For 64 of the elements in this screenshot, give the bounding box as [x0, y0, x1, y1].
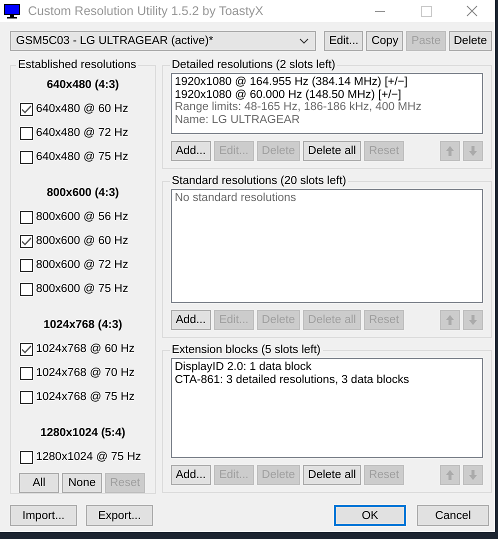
- monitor-icon: [4, 3, 20, 19]
- resolution-checkbox[interactable]: 640x480 @ 72 Hz: [17, 121, 149, 145]
- list-item[interactable]: 1920x1080 @ 60.000 Hz (148.50 MHz) [+/−]: [174, 88, 479, 101]
- arrow-down-icon: [469, 146, 477, 156]
- checkbox[interactable]: [20, 150, 33, 164]
- resolution-group-heading: 800x600 (4:3): [46, 186, 120, 201]
- list-action-button[interactable]: Add...: [170, 310, 211, 330]
- resolution-group-heading: 1280x1024 (5:4): [39, 426, 126, 441]
- checkbox[interactable]: [20, 126, 33, 140]
- list-action-button[interactable]: Add...: [170, 141, 211, 161]
- checkbox[interactable]: [20, 342, 33, 356]
- list-info-text: Name: LG ULTRAGEAR: [174, 114, 301, 126]
- dropdown-caret-icon: [299, 38, 310, 44]
- list-info-text: No standard resolutions: [174, 192, 298, 204]
- monitor-action-button[interactable]: Copy: [366, 31, 404, 51]
- resolution-checkbox[interactable]: 800x600 @ 56 Hz: [17, 205, 149, 229]
- list-item[interactable]: CTA-861: 3 detailed resolutions, 3 data blocks: [174, 374, 479, 386]
- resolution-group-heading: 640x480 (4:3): [46, 78, 120, 93]
- resolution-list[interactable]: No standard resolutions: [170, 189, 483, 303]
- arrow-up-icon: [446, 470, 454, 480]
- dialog-button[interactable]: Cancel: [417, 505, 489, 526]
- checkbox[interactable]: [20, 210, 33, 224]
- file-action-button[interactable]: Import...: [10, 505, 77, 526]
- group-title: Established resolutions: [17, 59, 138, 71]
- arrow-down-icon: [469, 315, 477, 325]
- resolution-checkbox[interactable]: 1280x1024 @ 75 Hz: [17, 445, 149, 469]
- resolution-list[interactable]: DisplayID 2.0: 1 data block CTA-861: 3 detailed resolutions, 3 data blocks: [170, 358, 483, 458]
- monitor-dropdown[interactable]: GSM5C03 - LG ULTRAGEAR (active)*: [10, 31, 316, 51]
- arrow-up-icon: [446, 146, 454, 156]
- resolution-checkbox[interactable]: 1024x768 @ 60 Hz: [17, 337, 149, 361]
- window-title: Custom Resolution Utility 1.5.2 by ToastyX: [28, 4, 264, 18]
- list-info-text: Range limits: 48-165 Hz, 186-186 kHz, 400 MHz: [174, 101, 422, 114]
- group-title: Standard resolutions (20 slots left): [170, 175, 348, 187]
- resolution-checkbox[interactable]: 800x600 @ 72 Hz: [17, 253, 149, 277]
- resolution-checkbox[interactable]: 640x480 @ 60 Hz: [17, 97, 149, 121]
- checkbox[interactable]: [20, 102, 33, 116]
- checkbox[interactable]: [20, 450, 33, 464]
- group-title: Detailed resolutions (2 slots left): [170, 59, 336, 71]
- dialog-button[interactable]: OK: [334, 505, 406, 526]
- list-action-button[interactable]: Delete all: [303, 141, 361, 161]
- checkbox[interactable]: [20, 390, 33, 404]
- resolution-list[interactable]: 1920x1080 @ 164.955 Hz (384.14 MHz) [+/−] 1920x1080 @ 60.000 Hz (148.50 MHz) [+/−] Range limits: 48-165 Hz, 186-186 kHz, 400 MHz Name: LG ULTRAGEAR: [170, 73, 483, 134]
- resolution-checkbox[interactable]: 640x480 @ 75 Hz: [17, 145, 149, 169]
- list-action-button[interactable]: Add...: [170, 465, 211, 485]
- arrow-up-icon: [446, 315, 454, 325]
- checkbox[interactable]: [20, 258, 33, 272]
- group-title: Extension blocks (5 slots left): [170, 344, 322, 356]
- resolution-checkbox[interactable]: 1024x768 @ 75 Hz: [17, 385, 149, 409]
- list-item[interactable]: DisplayID 2.0: 1 data block: [174, 361, 479, 374]
- monitor-action-button[interactable]: Edit...: [324, 31, 364, 51]
- resolution-checkbox[interactable]: 1024x768 @ 70 Hz: [17, 361, 149, 385]
- established-action-button[interactable]: All: [19, 473, 59, 493]
- list-item[interactable]: 1920x1080 @ 164.955 Hz (384.14 MHz) [+/−]: [174, 76, 479, 88]
- list-action-button[interactable]: Delete all: [303, 465, 361, 485]
- checkbox[interactable]: [20, 282, 33, 296]
- arrow-down-icon: [469, 470, 477, 480]
- resolution-group-heading: 1024x768 (4:3): [42, 318, 124, 333]
- resolution-checkbox[interactable]: 800x600 @ 60 Hz: [17, 229, 149, 253]
- monitor-action-button[interactable]: Delete: [448, 31, 492, 51]
- checkbox[interactable]: [20, 234, 33, 248]
- checkbox[interactable]: [20, 366, 33, 380]
- file-action-button[interactable]: Export...: [86, 505, 153, 526]
- resolution-checkbox[interactable]: 800x600 @ 75 Hz: [17, 277, 149, 301]
- established-action-button[interactable]: None: [62, 473, 102, 493]
